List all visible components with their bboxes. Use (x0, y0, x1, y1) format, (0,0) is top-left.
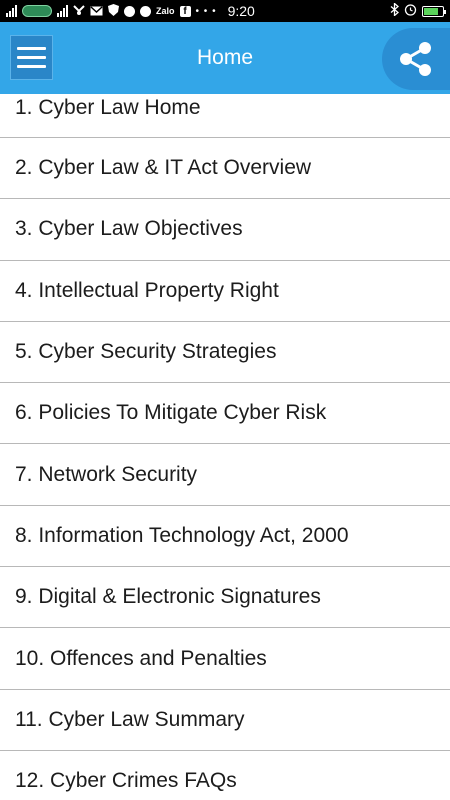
list-item[interactable]: 7. Network Security (0, 444, 450, 506)
list-item[interactable]: 4. Intellectual Property Right (0, 261, 450, 322)
list-item-label: 4. Intellectual Property Right (15, 278, 279, 302)
bluetooth-icon (390, 2, 399, 19)
list-item[interactable]: 10. Offences and Penalties (0, 628, 450, 690)
status-bar: Zalo f • • • 9:20 (0, 0, 450, 22)
battery-icon (422, 5, 446, 17)
menu-list: 1. Cyber Law Home 2. Cyber Law & IT Act … (0, 94, 450, 800)
list-item[interactable]: 6. Policies To Mitigate Cyber Risk (0, 383, 450, 445)
list-item-label: 3. Cyber Law Objectives (15, 217, 243, 241)
list-item-label: 11. Cyber Law Summary (15, 707, 245, 731)
list-item[interactable]: 1. Cyber Law Home (0, 94, 450, 138)
list-item[interactable]: 5. Cyber Security Strategies (0, 322, 450, 384)
list-item[interactable]: 12. Cyber Crimes FAQs (0, 751, 450, 800)
hamburger-menu-icon (17, 56, 46, 59)
list-item-label: 5. Cyber Security Strategies (15, 340, 277, 364)
list-item-label: 8. Information Technology Act, 2000 (15, 523, 349, 547)
list-item-label: 12. Cyber Crimes FAQs (15, 769, 237, 793)
carrier-icon (22, 5, 52, 17)
signal-icon (6, 5, 17, 17)
shield-icon (108, 3, 119, 19)
usb-icon (73, 4, 85, 19)
status-bar-left: Zalo f • • • 9:20 (6, 3, 255, 19)
list-item[interactable]: 8. Information Technology Act, 2000 (0, 506, 450, 568)
list-item[interactable]: 11. Cyber Law Summary (0, 690, 450, 751)
facebook-icon: f (179, 5, 191, 17)
hamburger-menu-icon (17, 47, 46, 50)
hamburger-menu-button[interactable] (10, 35, 53, 80)
list-item-label: 7. Network Security (15, 462, 198, 486)
list-item-label: 2. Cyber Law & IT Act Overview (15, 156, 312, 180)
list-item[interactable]: 9. Digital & Electronic Signatures (0, 567, 450, 629)
gmail-icon (90, 4, 103, 19)
overflow-dots: • • • (195, 5, 217, 17)
app-bar: Home (0, 22, 450, 94)
alarm-icon (404, 3, 417, 19)
list-item-label: 10. Offences and Penalties (15, 646, 267, 670)
list-item-label: 1. Cyber Law Home (15, 95, 201, 119)
battery-level (424, 7, 438, 15)
list-item-label: 9. Digital & Electronic Signatures (15, 585, 321, 609)
list-item[interactable]: 2. Cyber Law & IT Act Overview (0, 138, 450, 200)
status-bar-right (390, 2, 446, 19)
hamburger-menu-icon (17, 65, 46, 68)
signal-icon (57, 5, 68, 17)
list-item[interactable]: 3. Cyber Law Objectives (0, 199, 450, 261)
clock: 9:20 (227, 3, 255, 19)
wifi-icon (124, 5, 135, 17)
list-item-label: 6. Policies To Mitigate Cyber Risk (15, 401, 327, 425)
share-button[interactable] (382, 28, 450, 90)
zalo-icon: Zalo (156, 6, 175, 16)
share-icon (400, 42, 431, 76)
notification-icon (140, 5, 151, 17)
